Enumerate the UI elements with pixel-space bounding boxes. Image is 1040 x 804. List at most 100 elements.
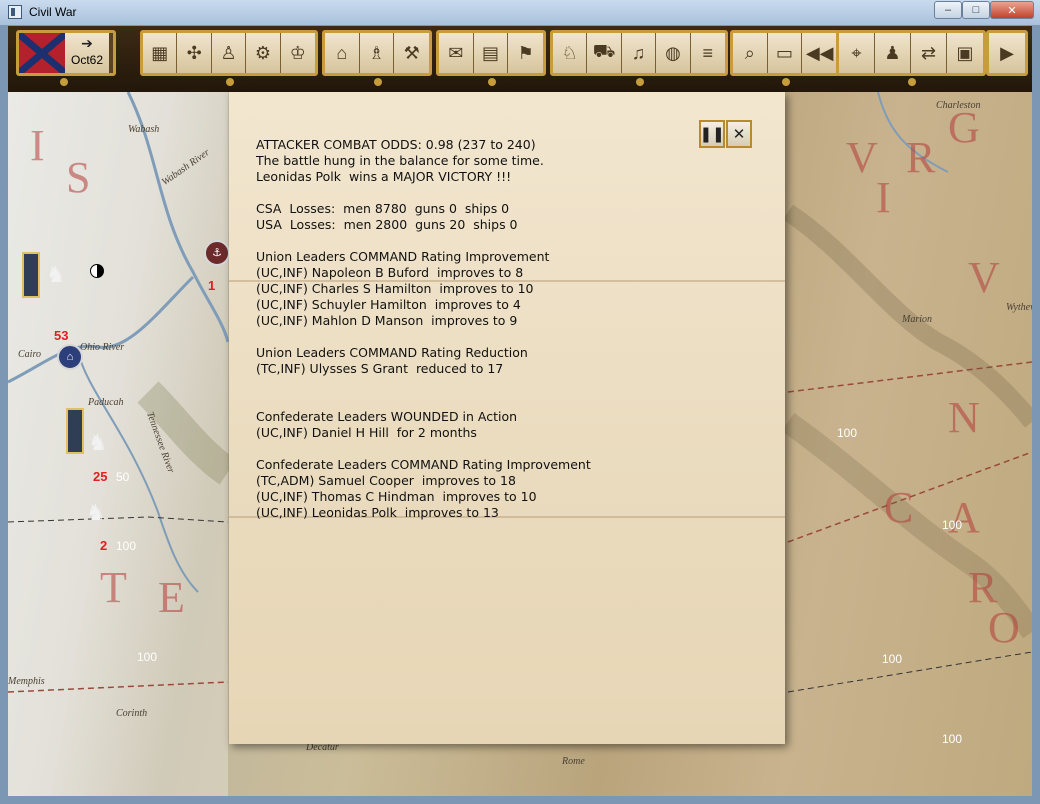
section-heading: Confederate Leaders COMMAND Rating Impro… bbox=[256, 457, 591, 472]
state-letter: R bbox=[906, 133, 936, 182]
toolbar-group-system: ⌖ ♟ ⇄ ▣ bbox=[836, 30, 986, 76]
cavalry-icon[interactable]: ♘ bbox=[553, 33, 588, 73]
state-letter: I bbox=[30, 121, 45, 170]
army-flag[interactable] bbox=[22, 252, 40, 298]
turn-date: Oct62 bbox=[70, 53, 103, 67]
factory-icon[interactable]: ⌂ bbox=[325, 33, 360, 73]
place-label: Wabash bbox=[128, 124, 160, 135]
leader-change: (UC,INF) Thomas C Hindman improves to 10 bbox=[256, 489, 537, 504]
document-icon[interactable]: ✉ bbox=[439, 33, 474, 73]
leader-change: (UC,INF) Schuyler Hamilton improves to 4 bbox=[256, 297, 521, 312]
section-heading: Confederate Leaders WOUNDED in Action bbox=[256, 409, 518, 424]
fort-icon[interactable]: ⌂ bbox=[57, 344, 83, 370]
battle-result: Leonidas Polk wins a MAJOR VICTORY !!! bbox=[256, 169, 512, 184]
section-heading: Union Leaders COMMAND Rating Improvement bbox=[256, 249, 550, 264]
usa-map-icon[interactable]: ▭ bbox=[767, 33, 803, 73]
newspaper-icon[interactable]: ▤ bbox=[473, 33, 509, 73]
usa-losses: USA Losses: men 2800 guns 20 ships 0 bbox=[256, 217, 518, 232]
map-scroll-icon[interactable]: ✣ bbox=[177, 33, 212, 73]
musicians-icon[interactable]: ♫ bbox=[621, 33, 657, 73]
place-label: Marion bbox=[902, 314, 932, 325]
officer-icon[interactable]: ♗ bbox=[359, 33, 395, 73]
toolbar-rivet bbox=[636, 78, 644, 86]
cavalry-unit-icon[interactable]: ♞ bbox=[46, 262, 66, 288]
confederate-flag-icon[interactable] bbox=[19, 33, 65, 73]
hammer-icon[interactable]: ⚒ bbox=[394, 33, 429, 73]
place-label: Rome bbox=[562, 756, 585, 767]
cannon-icon[interactable]: ⚙ bbox=[246, 33, 281, 73]
toolbar-rivet bbox=[374, 78, 382, 86]
maximize-button[interactable]: □ bbox=[962, 1, 990, 19]
toolbar-group-politics: ✉ ▤ ⚑ bbox=[436, 30, 546, 76]
general-icon[interactable]: ♔ bbox=[280, 33, 315, 73]
state-letter: V bbox=[846, 133, 878, 182]
battle-report-text: ATTACKER COMBAT ODDS: 0.98 (237 to 240) … bbox=[256, 137, 756, 521]
place-label: Wytheville bbox=[1006, 302, 1032, 313]
end-turn-button[interactable]: ➔ Oct62 bbox=[65, 33, 109, 73]
mouse-icon[interactable]: ⌖ bbox=[839, 33, 875, 73]
flag-icon[interactable]: ⚑ bbox=[508, 33, 543, 73]
toolbar-rivet bbox=[226, 78, 234, 86]
save-disk-icon[interactable]: ▣ bbox=[947, 33, 983, 73]
toolbar-group-economy: ⌂ ♗ ⚒ bbox=[322, 30, 432, 76]
unit-strength: 25 bbox=[93, 469, 108, 484]
place-label: Memphis bbox=[8, 676, 45, 687]
leader-change: (UC,INF) Leonidas Polk improves to 13 bbox=[256, 505, 499, 520]
region-value: 100 bbox=[137, 650, 158, 664]
rewind-icon[interactable]: ◀◀ bbox=[802, 33, 837, 73]
player-icon[interactable]: ♟ bbox=[875, 33, 911, 73]
railroad-icon[interactable]: ≡ bbox=[690, 33, 725, 73]
globe-icon[interactable]: ◍ bbox=[656, 33, 691, 73]
magnifier-icon[interactable]: ⌕ bbox=[733, 33, 768, 73]
state-letter: I bbox=[876, 173, 891, 222]
toolbar-group-units: ♘ ⛟ ♫ ◍ ≡ bbox=[550, 30, 728, 76]
window-titlebar: Civil War – □ ✕ bbox=[0, 0, 1040, 26]
region-value: 50 bbox=[116, 470, 130, 484]
close-window-button[interactable]: ✕ bbox=[990, 1, 1034, 19]
toolbar-rivet bbox=[488, 78, 496, 86]
leader-change: (TC,INF) Ulysses S Grant reduced to 17 bbox=[256, 361, 504, 376]
place-label: Cairo bbox=[18, 349, 41, 360]
leader-change: (UC,INF) Napoleon B Buford improves to 8 bbox=[256, 265, 524, 280]
battle-report-panel: ❚❚ ✕ ATTACKER COMBAT ODDS: 0.98 (237 to … bbox=[229, 92, 785, 744]
game-toolbar: ➔ Oct62 ▦ ✣ ♙ ⚙ ♔ ⌂ ♗ ⚒ ✉ ▤ ⚑ ♘ ⛟ ♫ ◍ ≡ … bbox=[8, 26, 1032, 92]
play-icon[interactable]: ▶ bbox=[989, 33, 1025, 73]
county-border bbox=[787, 651, 1032, 693]
gunboat-icon[interactable]: ⚓ bbox=[204, 240, 230, 266]
state-letter: E bbox=[158, 573, 185, 622]
carriage-icon[interactable]: ⛟ bbox=[587, 33, 622, 73]
toolbar-group-military: ▦ ✣ ♙ ⚙ ♔ bbox=[140, 30, 318, 76]
state-letter: S bbox=[66, 153, 91, 202]
place-label: Charleston bbox=[936, 100, 981, 111]
leader-change: (UC,INF) Charles S Hamilton improves to … bbox=[256, 281, 534, 296]
state-letter: C bbox=[884, 483, 914, 532]
soldier-icon[interactable]: ♙ bbox=[211, 33, 247, 73]
unit-strength: 1 bbox=[208, 278, 216, 293]
leader-change: (TC,ADM) Samuel Cooper improves to 18 bbox=[256, 473, 516, 488]
toolbar-rivet bbox=[908, 78, 916, 86]
region-value: 100 bbox=[942, 732, 963, 746]
unit-strength: 53 bbox=[54, 328, 69, 343]
window-title: Civil War bbox=[29, 5, 77, 19]
window-controls: – □ ✕ bbox=[934, 1, 1034, 19]
place-label: Paducah bbox=[88, 397, 124, 408]
battle-description: The battle hung in the balance for some … bbox=[256, 153, 544, 168]
leader-wounded: (UC,INF) Daniel H Hill for 2 months bbox=[256, 425, 477, 440]
swap-icon[interactable]: ⇄ bbox=[911, 33, 947, 73]
ledger-icon[interactable]: ▦ bbox=[143, 33, 178, 73]
toolbar-rivet bbox=[60, 78, 68, 86]
combat-odds: ATTACKER COMBAT ODDS: 0.98 (237 to 240) bbox=[256, 137, 536, 152]
state-letter: O bbox=[988, 603, 1020, 652]
cavalry-unit-icon[interactable]: ♞ bbox=[88, 430, 108, 456]
region-value: 100 bbox=[116, 539, 137, 553]
cavalry-unit-icon[interactable]: ♞ bbox=[86, 500, 106, 526]
state-letter: N bbox=[948, 393, 980, 442]
army-flag[interactable] bbox=[66, 408, 84, 454]
state-letter: V bbox=[968, 253, 1000, 302]
end-turn-arrow-icon: ➔ bbox=[81, 35, 93, 51]
state-letter: T bbox=[100, 563, 127, 612]
minimize-button[interactable]: – bbox=[934, 1, 962, 19]
